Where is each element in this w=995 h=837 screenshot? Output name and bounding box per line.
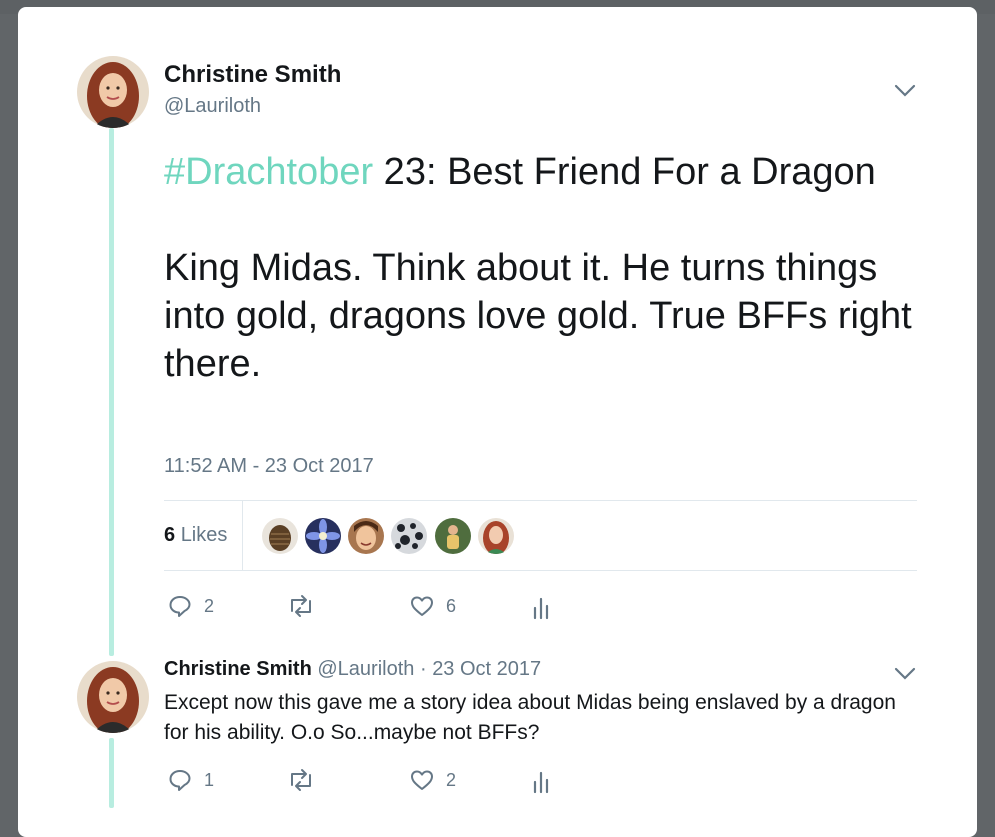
liker-avatar-woman-smiling[interactable]	[348, 518, 384, 554]
reply-chevron-down-icon[interactable]	[894, 667, 916, 681]
reply-icon	[169, 770, 191, 791]
stats-bottom-divider	[164, 570, 917, 571]
liker-avatar-person-outdoors[interactable]	[435, 518, 471, 554]
tweet-text-body: King Midas. Think about it. He turns thi…	[164, 247, 912, 385]
author-avatar[interactable]	[77, 56, 149, 128]
analytics-action[interactable]	[532, 596, 550, 620]
tweet-text: #Drachtober 23: Best Friend For a Dragon…	[164, 148, 924, 388]
reply-action[interactable]: 2	[168, 594, 214, 618]
author-name[interactable]: Christine Smith	[164, 61, 341, 89]
retweet-icon	[291, 769, 311, 791]
reply-icon	[169, 596, 191, 617]
liker-avatar-blue-flower[interactable]	[305, 518, 341, 554]
reply-author-name[interactable]: Christine Smith	[164, 658, 312, 680]
likes-stat[interactable]: 6 Likes	[164, 524, 227, 547]
chevron-down-icon[interactable]	[894, 84, 916, 98]
stats-vertical-divider	[242, 501, 243, 570]
stats-top-divider	[164, 500, 917, 501]
author-handle[interactable]: @Lauriloth	[164, 95, 261, 118]
liker-avatar-pinecone[interactable]	[262, 518, 298, 554]
likes-count: 6	[164, 524, 176, 546]
heart-icon	[411, 596, 433, 616]
retweet-icon	[291, 595, 311, 617]
reply-reply-action[interactable]: 1	[168, 768, 214, 792]
retweet-action[interactable]	[287, 594, 327, 618]
reply-like-count: 2	[446, 769, 457, 790]
hashtag-link[interactable]: #Drachtober	[164, 151, 373, 193]
liker-avatar-black-white-pattern[interactable]	[391, 518, 427, 554]
tweet-text-head: 23: Best Friend For a Dragon	[373, 151, 876, 193]
reply-reply-count: 1	[204, 769, 215, 790]
reply-header: Christine Smith @Lauriloth · 23 Oct 2017	[164, 658, 541, 681]
reply-analytics-action[interactable]	[532, 770, 550, 794]
reply-author-handle[interactable]: @Lauriloth	[317, 658, 414, 680]
liker-avatar-redhead-woman[interactable]	[478, 518, 514, 554]
reply-text: Except now this gave me a story idea abo…	[164, 691, 896, 744]
reply-retweet-action[interactable]	[287, 768, 327, 792]
reply-date[interactable]: 23 Oct 2017	[432, 658, 541, 680]
thread-connector-line	[109, 738, 114, 808]
analytics-icon	[533, 771, 549, 794]
reply-like-action[interactable]: 2	[410, 768, 456, 792]
like-action[interactable]: 6	[410, 594, 456, 618]
analytics-icon	[533, 597, 549, 620]
heart-icon	[411, 770, 433, 790]
reply-count: 2	[204, 595, 215, 616]
tweet-timestamp[interactable]: 11:52 AM - 23 Oct 2017	[164, 455, 374, 478]
reply-separator: ·	[419, 658, 427, 680]
like-count: 6	[446, 595, 457, 616]
likes-label: Likes	[180, 524, 228, 546]
reply-author-avatar[interactable]	[77, 661, 149, 733]
thread-connector-line	[109, 128, 114, 656]
